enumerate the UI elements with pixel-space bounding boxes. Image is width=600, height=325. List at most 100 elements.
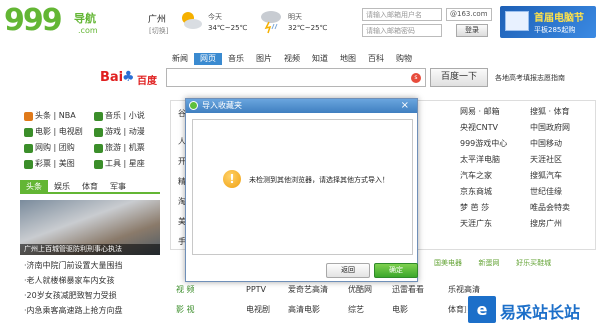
category-link[interactable]: 彩票 | 美图 xyxy=(24,156,94,172)
site-link[interactable]: 世纪佳缘 xyxy=(530,184,596,200)
tab-baike[interactable]: 百科 xyxy=(362,53,390,65)
news-item[interactable]: ·内急乘客高速路上抢方向盘 xyxy=(24,303,164,318)
tab-web[interactable]: 网页 xyxy=(194,53,222,65)
tab-sports[interactable]: 体育 xyxy=(76,180,104,192)
video-link[interactable]: 高清电影 xyxy=(288,300,348,320)
category-link[interactable]: 旅游 | 机票 xyxy=(94,140,164,156)
category-link[interactable]: 游戏 | 动漫 xyxy=(94,124,164,140)
tab-music[interactable]: 音乐 xyxy=(222,53,250,65)
row-label: 影 视 xyxy=(176,305,195,314)
video-link[interactable]: 电影 xyxy=(392,300,448,320)
today-range: 34℃~25℃ xyxy=(208,24,248,32)
category-label: 电影 | 电视剧 xyxy=(35,127,83,136)
watermark: e 易采站长站 xyxy=(466,294,600,325)
password-row: 请输入邮箱密码 xyxy=(362,24,442,37)
promo-links: 国美电器 新蛋网 好乐买鞋城 xyxy=(434,258,600,272)
baidu-logo-left: Bai xyxy=(100,70,124,85)
video-link[interactable]: 优酷网 xyxy=(348,280,392,300)
site-link[interactable]: 太平洋电脑 xyxy=(460,152,526,168)
site-link[interactable]: 梦 芭 莎 xyxy=(460,200,526,216)
category-link[interactable]: 音乐 | 小说 xyxy=(94,108,164,124)
tab-zhidao[interactable]: 知道 xyxy=(306,53,334,65)
close-icon[interactable]: × xyxy=(401,99,409,113)
mail-domain-select[interactable]: @163.com xyxy=(446,8,492,21)
news-list: ·济南中院门前设置大量围挡 ·老人就楼梯暴家车内女孩 ·20岁女孩减肥致智力受损… xyxy=(24,258,164,318)
news-item[interactable]: ·老人就楼梯暴家车内女孩 xyxy=(24,273,164,288)
search-input[interactable]: s xyxy=(166,68,426,87)
logo-sub: 导航 xyxy=(74,12,96,25)
tab-shopping[interactable]: 购物 xyxy=(390,53,418,65)
news-item[interactable]: ·20岁女孩减肥致智力受损 xyxy=(24,288,164,303)
logo-com: .com xyxy=(78,26,98,35)
site-link[interactable]: 网易 · 邮箱 xyxy=(460,104,526,120)
headline-icon xyxy=(24,111,33,121)
watermark-logo: e xyxy=(468,296,496,323)
site-link[interactable]: 京东商城 xyxy=(460,184,526,200)
tab-headlines[interactable]: 头条 xyxy=(20,180,48,192)
search-tabs: 新闻 网页 音乐 图片 视频 知道 地图 百科 购物 xyxy=(166,53,418,65)
tab-map[interactable]: 地图 xyxy=(334,53,362,65)
tab-video[interactable]: 视频 xyxy=(278,53,306,65)
category-link[interactable]: 工具 | 星座 xyxy=(94,156,164,172)
news-tabs: 头条 娱乐 体育 军事 xyxy=(20,180,160,194)
browser-logo-icon xyxy=(189,101,198,110)
video-link[interactable]: 电视剧 xyxy=(246,300,288,320)
category-label: 旅游 | 机票 xyxy=(105,143,145,152)
search-button[interactable]: 百度一下 xyxy=(430,68,488,87)
site-link[interactable]: 中国政府网 xyxy=(530,120,596,136)
input-tool-icon[interactable]: s xyxy=(411,73,421,83)
cart-icon xyxy=(24,143,33,153)
dialog-title: 导入收藏夹 xyxy=(202,101,242,110)
ok-button[interactable]: 确定 xyxy=(374,263,418,278)
tab-news[interactable]: 新闻 xyxy=(166,53,194,65)
login-button[interactable]: 登录 xyxy=(456,24,488,37)
laptop-icon xyxy=(505,11,529,31)
site-column-1: 网易 · 邮箱 央视CNTV 999游戏中心 太平洋电脑 汽车之家 京东商城 梦… xyxy=(460,104,526,232)
search-tip-link[interactable]: 各地高考填报志愿指南 xyxy=(495,73,565,83)
site-link[interactable]: 天涯社区 xyxy=(530,152,596,168)
site-link[interactable]: 汽车之家 xyxy=(460,168,526,184)
mail-password-input[interactable]: 请输入邮箱密码 xyxy=(362,24,442,37)
site-link[interactable]: 央视CNTV xyxy=(460,120,526,136)
mail-username-input[interactable]: 请输入邮箱用户名 xyxy=(362,8,442,21)
category-link[interactable]: 电影 | 电视剧 xyxy=(24,124,94,140)
category-link[interactable]: 网购 | 团购 xyxy=(24,140,94,156)
category-label: 游戏 | 动漫 xyxy=(105,127,145,136)
site-column-2: 搜狐 · 体育 中国政府网 中国移动 天涯社区 搜狐汽车 世纪佳缘 唯品会特卖 … xyxy=(530,104,596,232)
game-icon xyxy=(94,127,103,137)
site-link[interactable]: 搜房广州 xyxy=(530,216,596,232)
site-logo[interactable]: 999 导航 .com xyxy=(4,6,114,40)
news-photo[interactable]: 广州上百城管驱防利刑事心执法 xyxy=(20,200,160,255)
category-link[interactable]: 头条 | NBA xyxy=(24,108,94,124)
category-label: 网购 | 团购 xyxy=(35,143,75,152)
video-link[interactable]: 迅雷看看 xyxy=(392,280,448,300)
promo-link[interactable]: 国美电器 xyxy=(434,259,462,267)
tab-military[interactable]: 军事 xyxy=(104,180,132,192)
city-switch-link[interactable]: [切换] xyxy=(149,26,168,36)
video-link[interactable]: 综艺 xyxy=(348,300,392,320)
site-link[interactable]: 中国移动 xyxy=(530,136,596,152)
news-item[interactable]: ·济南中院门前设置大量围挡 xyxy=(24,258,164,273)
site-link[interactable]: 唯品会特卖 xyxy=(530,200,596,216)
promo-link[interactable]: 好乐买鞋城 xyxy=(516,259,551,267)
baidu-logo[interactable]: Bai ♣ 百度 xyxy=(100,67,164,87)
tab-images[interactable]: 图片 xyxy=(250,53,278,65)
promo-link[interactable]: 新蛋网 xyxy=(479,259,500,267)
category-nav: 头条 | NBA 音乐 | 小说 电影 | 电视剧 游戏 | 动漫 网购 | 团… xyxy=(24,108,164,172)
logo-main: 999 xyxy=(4,3,63,38)
ad-banner[interactable]: 首届电脑节 平板285起购 xyxy=(500,6,596,38)
tab-entertainment[interactable]: 娱乐 xyxy=(48,180,76,192)
site-link[interactable]: 搜狐 · 体育 xyxy=(530,104,596,120)
video-link[interactable]: PPTV xyxy=(246,280,288,300)
back-button[interactable]: 返回 xyxy=(326,263,370,278)
category-label: 彩票 | 美图 xyxy=(35,159,75,168)
dialog-titlebar[interactable]: 导入收藏夹 × xyxy=(186,99,417,113)
tools-icon xyxy=(94,159,103,169)
site-link[interactable]: 999游戏中心 xyxy=(460,136,526,152)
video-link[interactable]: 爱奇艺高清 xyxy=(288,280,348,300)
tomorrow-label: 明天 xyxy=(288,13,302,21)
category-label: 头条 | NBA xyxy=(35,111,76,120)
site-link[interactable]: 天涯广东 xyxy=(460,216,526,232)
site-link[interactable]: 搜狐汽车 xyxy=(530,168,596,184)
video-link[interactable]: 乐视高清 xyxy=(448,285,480,294)
